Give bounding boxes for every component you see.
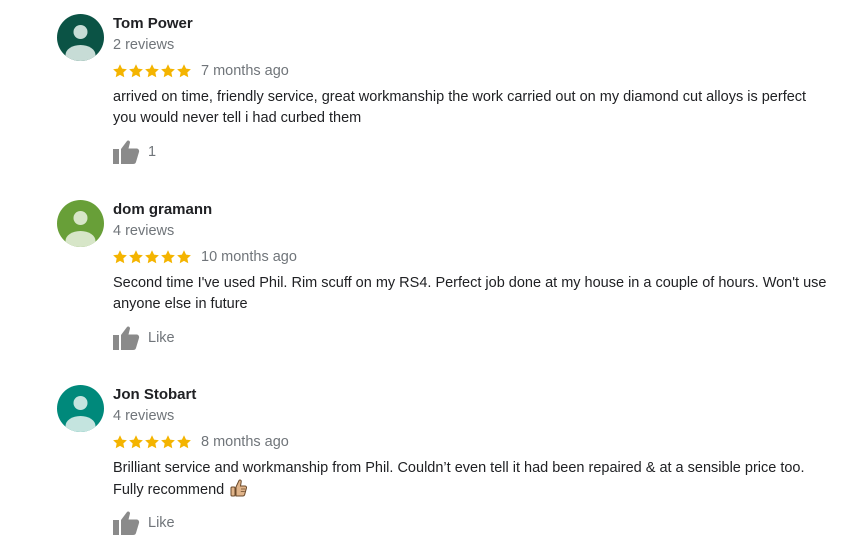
reviewer-name[interactable]: Jon Stobart: [113, 386, 196, 403]
review-text: arrived on time, friendly service, great…: [113, 89, 807, 126]
rating-row: 10 months ago: [112, 248, 297, 266]
star-icon: [161, 250, 175, 264]
star-icon: [113, 250, 127, 264]
review-card: Jon Stobart 4 reviews 8 months ago Brill…: [0, 371, 846, 556]
star-icon: [129, 64, 143, 78]
review-card: Tom Power 2 reviews 7 months ago arrived…: [0, 0, 846, 185]
review-time: 10 months ago: [201, 249, 297, 265]
reviewer-avatar[interactable]: [57, 385, 104, 432]
like-button[interactable]: Like: [112, 325, 175, 351]
star-rating: [112, 434, 192, 450]
reviewer-name[interactable]: dom gramann: [113, 201, 212, 218]
star-rating: [112, 63, 192, 79]
review-time: 7 months ago: [201, 63, 289, 79]
review-count: 2 reviews: [113, 37, 175, 53]
person-silhouette-icon: [57, 14, 104, 61]
like-button[interactable]: 1: [112, 139, 156, 165]
star-icon: [129, 250, 143, 264]
star-icon: [177, 250, 191, 264]
review-text: Second time I've used Phil. Rim scuff on…: [113, 275, 827, 312]
star-icon: [177, 64, 191, 78]
review-count: 4 reviews: [113, 408, 175, 424]
rating-row: 7 months ago: [112, 62, 289, 80]
star-icon: [129, 435, 143, 449]
star-rating: [112, 249, 192, 265]
thumbs-up-icon: [113, 140, 140, 164]
like-button[interactable]: Like: [112, 510, 175, 536]
star-icon: [161, 435, 175, 449]
reviewer-avatar[interactable]: [57, 14, 104, 61]
reviewer-name[interactable]: Tom Power: [113, 15, 193, 32]
review-text-content: Brilliant service and workmanship from P…: [113, 460, 805, 498]
reviewer-avatar[interactable]: [57, 200, 104, 247]
like-label: Like: [148, 330, 175, 346]
thumbs-up-emoji-icon: [230, 479, 248, 497]
review-count: 4 reviews: [113, 223, 175, 239]
review-card: dom gramann 4 reviews 10 months ago Seco…: [0, 186, 846, 371]
rating-row: 8 months ago: [112, 433, 289, 451]
thumbs-up-icon: [113, 326, 140, 350]
review-text: Brilliant service and workmanship from P…: [113, 458, 828, 501]
star-icon: [161, 64, 175, 78]
thumbs-up-icon: [113, 511, 140, 535]
star-icon: [177, 435, 191, 449]
star-icon: [145, 250, 159, 264]
person-silhouette-icon: [57, 385, 104, 432]
star-icon: [145, 435, 159, 449]
star-icon: [113, 435, 127, 449]
review-time: 8 months ago: [201, 434, 289, 450]
star-icon: [145, 64, 159, 78]
like-label: Like: [148, 515, 175, 531]
person-silhouette-icon: [57, 200, 104, 247]
star-icon: [113, 64, 127, 78]
like-count: 1: [148, 144, 157, 160]
